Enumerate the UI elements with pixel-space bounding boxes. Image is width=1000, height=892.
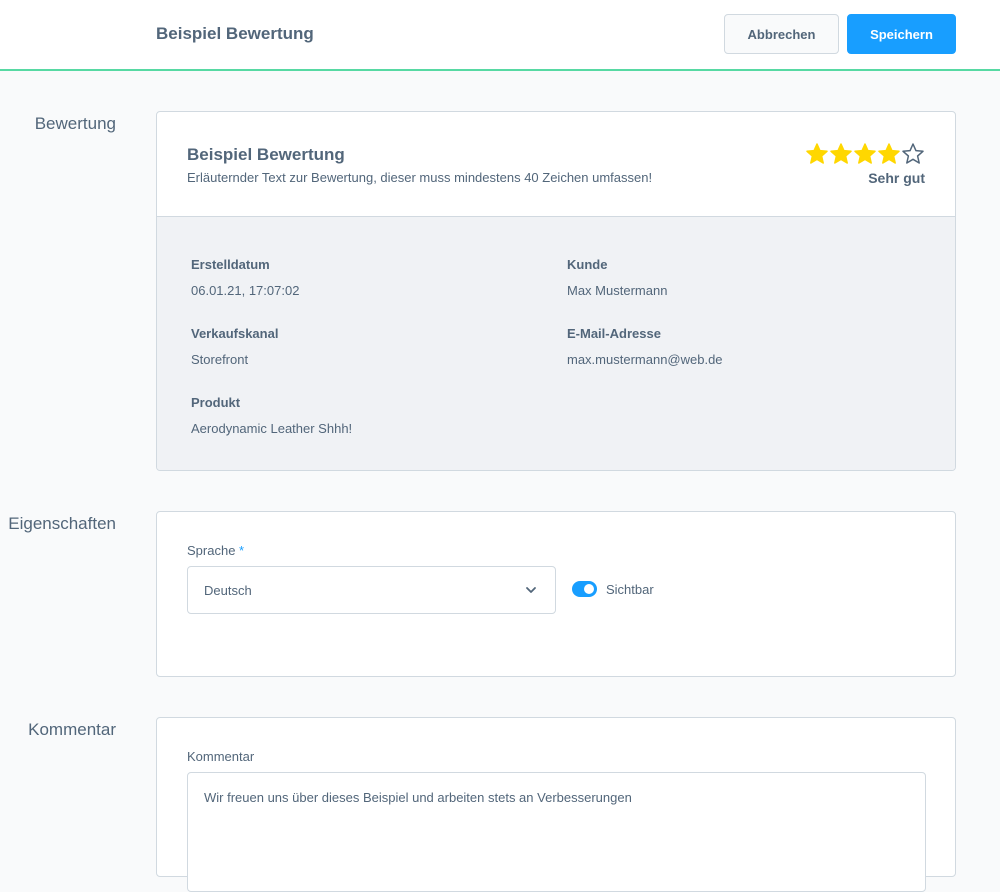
page-title: Beispiel Bewertung xyxy=(156,24,314,43)
visible-label: Sichtbar xyxy=(606,582,654,597)
review-description: Erläuternder Text zur Bewertung, dieser … xyxy=(187,170,653,185)
star-filled-icon xyxy=(878,143,900,164)
cancel-button[interactable]: Abbrechen xyxy=(724,14,839,54)
email-label: E-Mail-Adresse xyxy=(567,326,661,341)
language-label-text: Sprache xyxy=(187,543,236,558)
channel-label: Verkaufskanal xyxy=(191,326,279,341)
rating-text: Sehr gut xyxy=(868,170,925,186)
review-meta: Erstelldatum 06.01.21, 17:07:02 Kunde Ma… xyxy=(157,217,955,470)
rating-card: Beispiel Bewertung Erläuternder Text zur… xyxy=(156,111,956,471)
product-label: Produkt xyxy=(191,395,241,410)
chevron-down-icon xyxy=(526,587,536,593)
email-value: max.mustermann@web.de xyxy=(567,352,723,367)
comment-card: Kommentar Wir freuen uns über dieses Bei… xyxy=(156,717,956,892)
required-marker: * xyxy=(239,543,245,558)
comment-textarea[interactable]: Wir freuen uns über dieses Beispiel und … xyxy=(187,772,926,892)
channel-value: Storefront xyxy=(191,352,249,367)
visible-toggle[interactable] xyxy=(572,581,597,597)
customer-label: Kunde xyxy=(567,257,608,272)
review-title: Beispiel Bewertung xyxy=(187,145,345,164)
top-bar: Beispiel Bewertung Abbrechen Speichern xyxy=(0,0,1000,71)
star-filled-icon xyxy=(854,143,876,164)
save-button[interactable]: Speichern xyxy=(847,14,956,54)
language-label: Sprache * xyxy=(187,543,244,558)
customer-value: Max Mustermann xyxy=(567,283,668,298)
star-empty-icon xyxy=(902,143,924,164)
rating-header: Beispiel Bewertung Erläuternder Text zur… xyxy=(157,112,955,217)
toggle-knob xyxy=(584,584,594,594)
rating-stars xyxy=(805,142,925,166)
section-label-properties: Eigenschaften xyxy=(8,514,116,533)
section-label-comment: Kommentar xyxy=(28,720,116,739)
created-value: 06.01.21, 17:07:02 xyxy=(191,283,300,298)
star-filled-icon xyxy=(806,143,828,164)
created-label: Erstelldatum xyxy=(191,257,270,272)
language-select-value: Deutsch xyxy=(204,583,252,598)
language-select[interactable]: Deutsch xyxy=(187,566,556,614)
comment-text: Wir freuen uns über dieses Beispiel und … xyxy=(204,790,632,805)
product-value: Aerodynamic Leather Shhh! xyxy=(191,421,353,436)
section-label-rating: Bewertung xyxy=(34,114,116,133)
comment-label: Kommentar xyxy=(187,749,255,764)
properties-card: Sprache * Deutsch Sichtbar xyxy=(156,511,956,677)
star-filled-icon xyxy=(830,143,852,164)
